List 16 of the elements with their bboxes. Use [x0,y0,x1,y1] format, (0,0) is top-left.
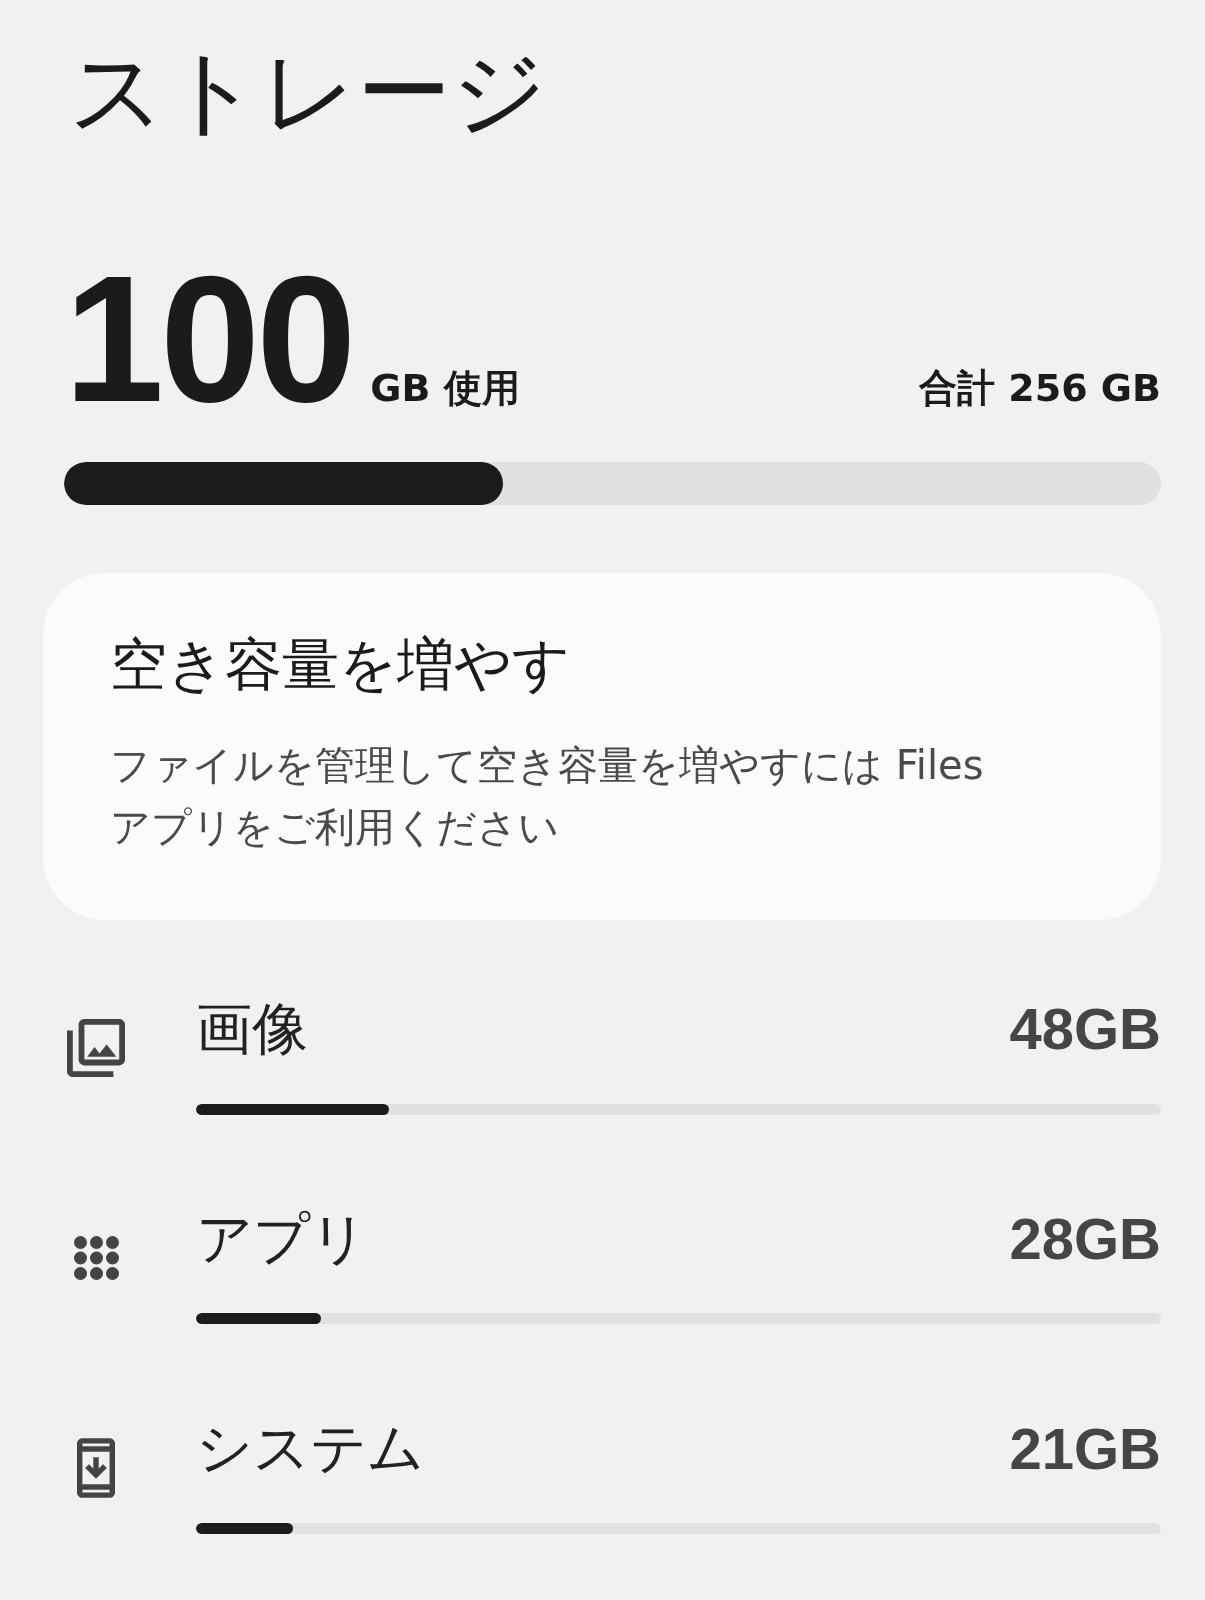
tip-card-text: ファイルを管理して空き容量を増やすには Files アプリをご利用ください [110,740,985,852]
dots-grid-icon [73,1236,119,1281]
phone-download-icon [77,1438,115,1498]
tip-card[interactable]: 空き容量を増やす ファイルを管理して空き容量を増やすには Files アプリをご利用ください [43,572,1161,920]
category-name[interactable]: 画像 [196,992,308,1066]
category-size: 28GB [1009,1205,1161,1274]
image-stack-icon [67,1019,125,1078]
tip-card-title: 空き容量を増やす [110,629,570,699]
used-amount: 100 [64,248,353,429]
category-size: 48GB [1009,995,1161,1064]
page-title: ストレージ [69,36,547,148]
total-capacity-label: 合計 256 GB [919,365,1161,412]
category-name[interactable]: アプリ [196,1202,367,1276]
category-name[interactable]: システム [196,1412,424,1486]
used-unit-label: GB 使用 [370,365,520,412]
category-size: 21GB [1009,1415,1161,1484]
